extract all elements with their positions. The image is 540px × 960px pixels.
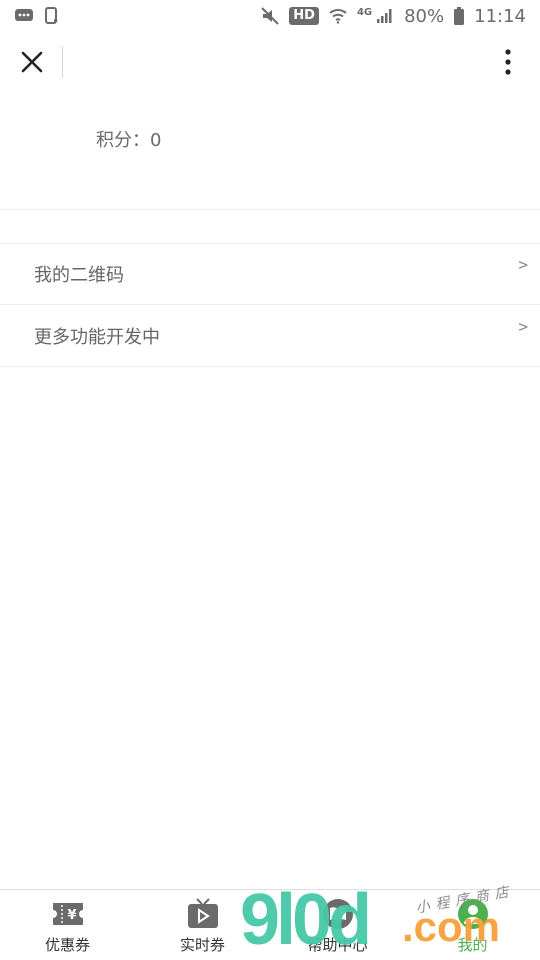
svg-text:¥: ¥ [67,908,76,923]
tab-label: 我的 [457,936,488,954]
close-button[interactable] [14,46,50,82]
battery-percent: 80% [404,5,445,27]
network-type-label: 4G [356,6,373,18]
tv-play-icon [185,898,221,930]
tab-label: 帮助中心 [307,936,368,954]
mute-icon [261,7,279,25]
user-icon [455,898,491,930]
status-bar: HD 4G 80% 11:14 [0,0,540,32]
tab-label: 实时券 [179,936,225,954]
clock: 11:14 [474,5,526,27]
screen: HD 4G 80% 11:14 积分：0 我的二维码 > 更多功能开发中 > ¥… [0,0,540,960]
tab-coupons[interactable]: ¥ 优惠券 [0,890,135,960]
menu-item-label: 更多功能开发中 [34,327,160,348]
signal-icon [376,8,394,24]
list-bottom-divider [0,366,540,367]
menu-item-my-qrcode[interactable]: 我的二维码 > [0,243,540,304]
message-icon [14,8,34,24]
tab-realtime-coupons[interactable]: 实时券 [135,890,270,960]
hd-badge: HD [289,7,319,25]
title-divider [62,46,63,78]
points-label: 积分：0 [96,130,162,151]
tab-mine[interactable]: 我的 [405,890,540,960]
close-icon [20,50,44,78]
section-divider [0,209,540,210]
chevron-right-icon: > [518,255,528,274]
battery-icon [454,7,465,25]
tab-bar: ¥ 优惠券 实时券 帮助中心 我的 [0,889,540,960]
wifi-icon [329,8,347,24]
menu-item-label: 我的二维码 [34,265,124,286]
tab-label: 优惠券 [44,936,90,954]
status-bar-right: HD 4G 80% 11:14 [261,6,526,27]
book-icon [320,898,356,930]
menu-item-more-features[interactable]: 更多功能开发中 > [0,305,540,366]
tab-help-center[interactable]: 帮助中心 [270,890,405,960]
phone-sync-icon [44,7,60,25]
more-options-button[interactable] [490,46,526,82]
status-bar-left [14,7,60,25]
coupon-icon: ¥ [50,898,86,930]
more-vertical-icon [504,49,512,79]
chevron-right-icon: > [518,317,528,336]
title-bar [0,32,540,94]
